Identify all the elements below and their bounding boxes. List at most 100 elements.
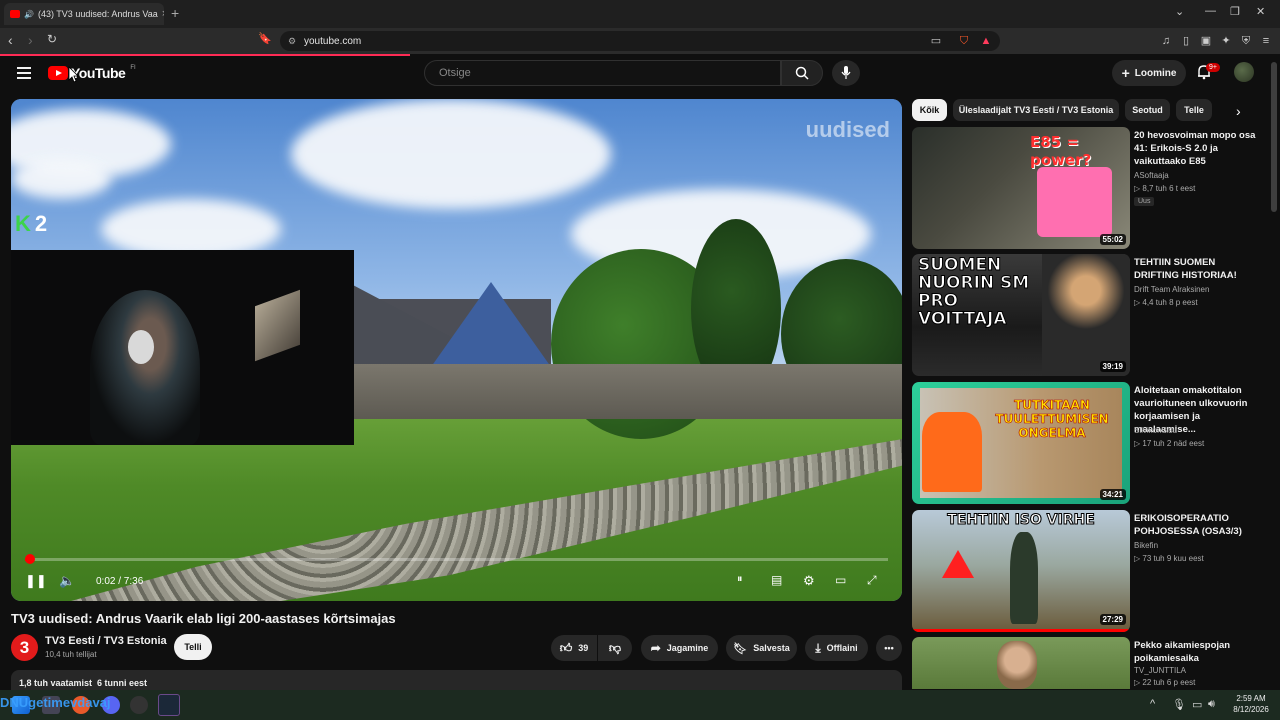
close-tab-icon[interactable]: × [162,8,164,20]
recommendation-item[interactable]: Pekko aikamiespojan poikamiesaika TV_JUN… [912,637,1272,689]
autoplay-toggle-icon[interactable]: ⏸ [737,573,743,586]
channel-name[interactable]: TV3 Eesti / TV3 Estonia [45,635,167,647]
brave-shield-icon[interactable]: ⛉ [958,35,970,47]
fullscreen-icon[interactable]: ⤢ [867,573,877,588]
thumbnail-text: SUOMEN NUORIN SM PRO VOITTAJA [918,255,1030,329]
search-input[interactable]: Otsige [424,60,781,86]
like-button[interactable]: 👍︎ 39 [551,635,597,661]
subtitles-icon[interactable]: ▤ [771,573,782,587]
menu-icon[interactable]: ≡ [1260,35,1272,47]
channel-avatar[interactable]: 3 [11,634,38,661]
search-button[interactable] [781,60,823,86]
hunter-figure [1010,532,1038,624]
url-field[interactable]: ⚙ youtube.com [280,31,1000,51]
description-box[interactable]: 1,8 tuh vaatamist 6 tunni eest [11,670,902,692]
rec-meta: ▷ 8,7 tuh 6 t eest [1134,184,1196,193]
new-tab-button[interactable]: + [171,5,179,21]
thumbnail-text: TUTKITAAN TUULETTUMISEN ONGELMA [995,398,1109,441]
rec-views: 4,4 tuh [1142,298,1167,307]
player-controls: ❚❚ 🔈 0:02 / 7:36 ⏸ ▤ ⚙ ▭ ⤢ [11,567,902,597]
stone-wall-back [341,364,902,419]
rec-age: 6 p eest [1166,678,1196,687]
headphones [128,330,154,364]
download-icon: ⤓ [815,640,821,655]
recommendation-item[interactable]: TUTKITAAN TUULETTUMISEN ONGELMA 34:21 Al… [912,382,1272,504]
voice-search-button[interactable] [832,60,860,86]
bookmark-icon[interactable]: 🔖 [258,32,272,45]
back-icon[interactable]: ‹ [8,32,13,48]
tab-search-icon[interactable]: ⌄ [1175,5,1184,18]
rec-title: ERIKOISOPERAATIO POHJOSESSA (OSA3/3) [1134,513,1242,537]
restore-icon[interactable]: ❐ [1230,5,1240,18]
rec-age: 2 näd eest [1166,439,1205,448]
extensions-icon[interactable]: ✦ [1220,35,1232,47]
thumbnail[interactable]: SUOMEN NUORIN SM PRO VOITTAJA 39:19 [912,254,1130,376]
video-player[interactable]: uudised K 2 ❚❚ 🔈 0:02 / 7:36 ⏸ ▤ ⚙ ▭ ⤢ [11,99,902,601]
rec-meta: ▷ 22 tuh 6 p eest [1134,678,1196,687]
settings-gear-icon[interactable]: ⚙ [803,573,815,589]
warning-sign-icon [942,550,974,578]
browser-tab[interactable]: 🔊 (43) TV3 uudised: Andrus Vaa × [4,3,164,25]
site-info-icon[interactable]: ⚙ [288,36,296,47]
minimize-icon[interactable]: — [1205,5,1216,17]
microphone-tray-icon[interactable]: 🎙︎ [1172,698,1186,711]
plus-icon: + [1121,65,1130,81]
notification-count-badge: 9+ [1206,63,1220,72]
theater-mode-icon[interactable]: ▭ [835,573,846,587]
chip-all[interactable]: Kõik [912,99,947,121]
volume-tray-icon[interactable]: 🔊︎ [1208,698,1215,711]
network-icon[interactable]: ▭ [1192,698,1202,711]
thumbnail[interactable]: E85 = power? 55:02 [912,127,1130,249]
save-button[interactable]: 🔖︎ Salvesta [726,635,797,661]
obs-icon[interactable] [130,696,148,714]
rec-views: 73 tuh [1142,554,1165,563]
progress-bar[interactable] [25,554,888,564]
region-code: FI [130,65,136,71]
rec-meta: ▷ 4,4 tuh 8 p eest [1134,298,1198,307]
dislike-button[interactable]: 👎︎ [598,635,632,661]
account-avatar[interactable] [1234,62,1254,82]
cast-icon[interactable]: ▭ [930,35,942,47]
chevron-right-icon[interactable]: › [1236,103,1241,119]
rewards-icon[interactable]: ▲ [980,35,992,47]
rec-views: 17 tuh [1142,439,1165,448]
volume-icon[interactable]: 🔈 [59,573,75,589]
thumbnail[interactable] [912,637,1130,689]
chip-related[interactable]: Seotud [1125,99,1170,121]
recommendation-item[interactable]: E85 = power? 55:02 20 hevosvoiman mopo o… [912,127,1272,249]
duration: 55:02 [1099,234,1126,245]
hamburger-menu-icon[interactable] [17,67,31,82]
url-text: youtube.com [304,35,362,47]
recommendation-item[interactable]: SUOMEN NUORIN SM PRO VOITTAJA 39:19 TEHT… [912,254,1272,376]
share-button[interactable]: ➦ Jagamine [641,635,718,661]
wallet-icon[interactable]: ▣ [1200,35,1212,47]
steam-icon[interactable] [158,694,180,716]
video-title: TV3 uudised: Andrus Vaarik elab ligi 200… [11,611,396,626]
duration: 34:21 [1099,489,1126,500]
system-clock[interactable]: 2:59 AM 8/12/2026 [1225,693,1277,715]
thumbnail-text: E85 = power? [1030,133,1092,169]
subscribe-button[interactable]: Telli [174,634,212,660]
forward-icon[interactable]: › [28,32,33,48]
view-count-and-date: 1,8 tuh vaatamist 6 tunni eest [19,678,148,688]
music-icon[interactable]: ♫ [1160,35,1172,47]
recommendation-item[interactable]: TEHTIIN ISO VIRHE 27:29 ERIKOISOPERAATIO… [912,510,1272,632]
close-window-icon[interactable]: ✕ [1256,5,1265,18]
thumbnail[interactable]: TEHTIIN ISO VIRHE 27:29 [912,510,1130,632]
vpn-icon[interactable]: ⛨ [1240,35,1252,47]
more-actions-button[interactable]: ••• [876,635,902,661]
background-monitor [255,289,300,362]
page-scrollbar[interactable] [1271,62,1277,212]
chip-subscribed[interactable]: Telle [1176,99,1212,121]
thumbnail[interactable]: TUTKITAAN TUULETTUMISEN ONGELMA 34:21 [912,382,1130,504]
bookmark-save-icon: 🔖︎ [733,642,748,655]
create-button[interactable]: + Loomine [1112,60,1186,86]
pause-icon[interactable]: ❚❚ [25,573,47,589]
youtube-logo[interactable]: YouTube FI [48,65,136,81]
download-button[interactable]: ⤓ Offlaini [805,635,868,661]
reload-icon[interactable]: ↻ [47,32,57,46]
chip-from-uploader[interactable]: Üleslaadijalt TV3 Eesti / TV3 Estonia [953,99,1119,121]
tray-expand-icon[interactable]: ^ [1150,698,1155,710]
sidebar-icon[interactable]: ▯ [1180,35,1192,47]
share-icon: ➦ [650,641,661,655]
